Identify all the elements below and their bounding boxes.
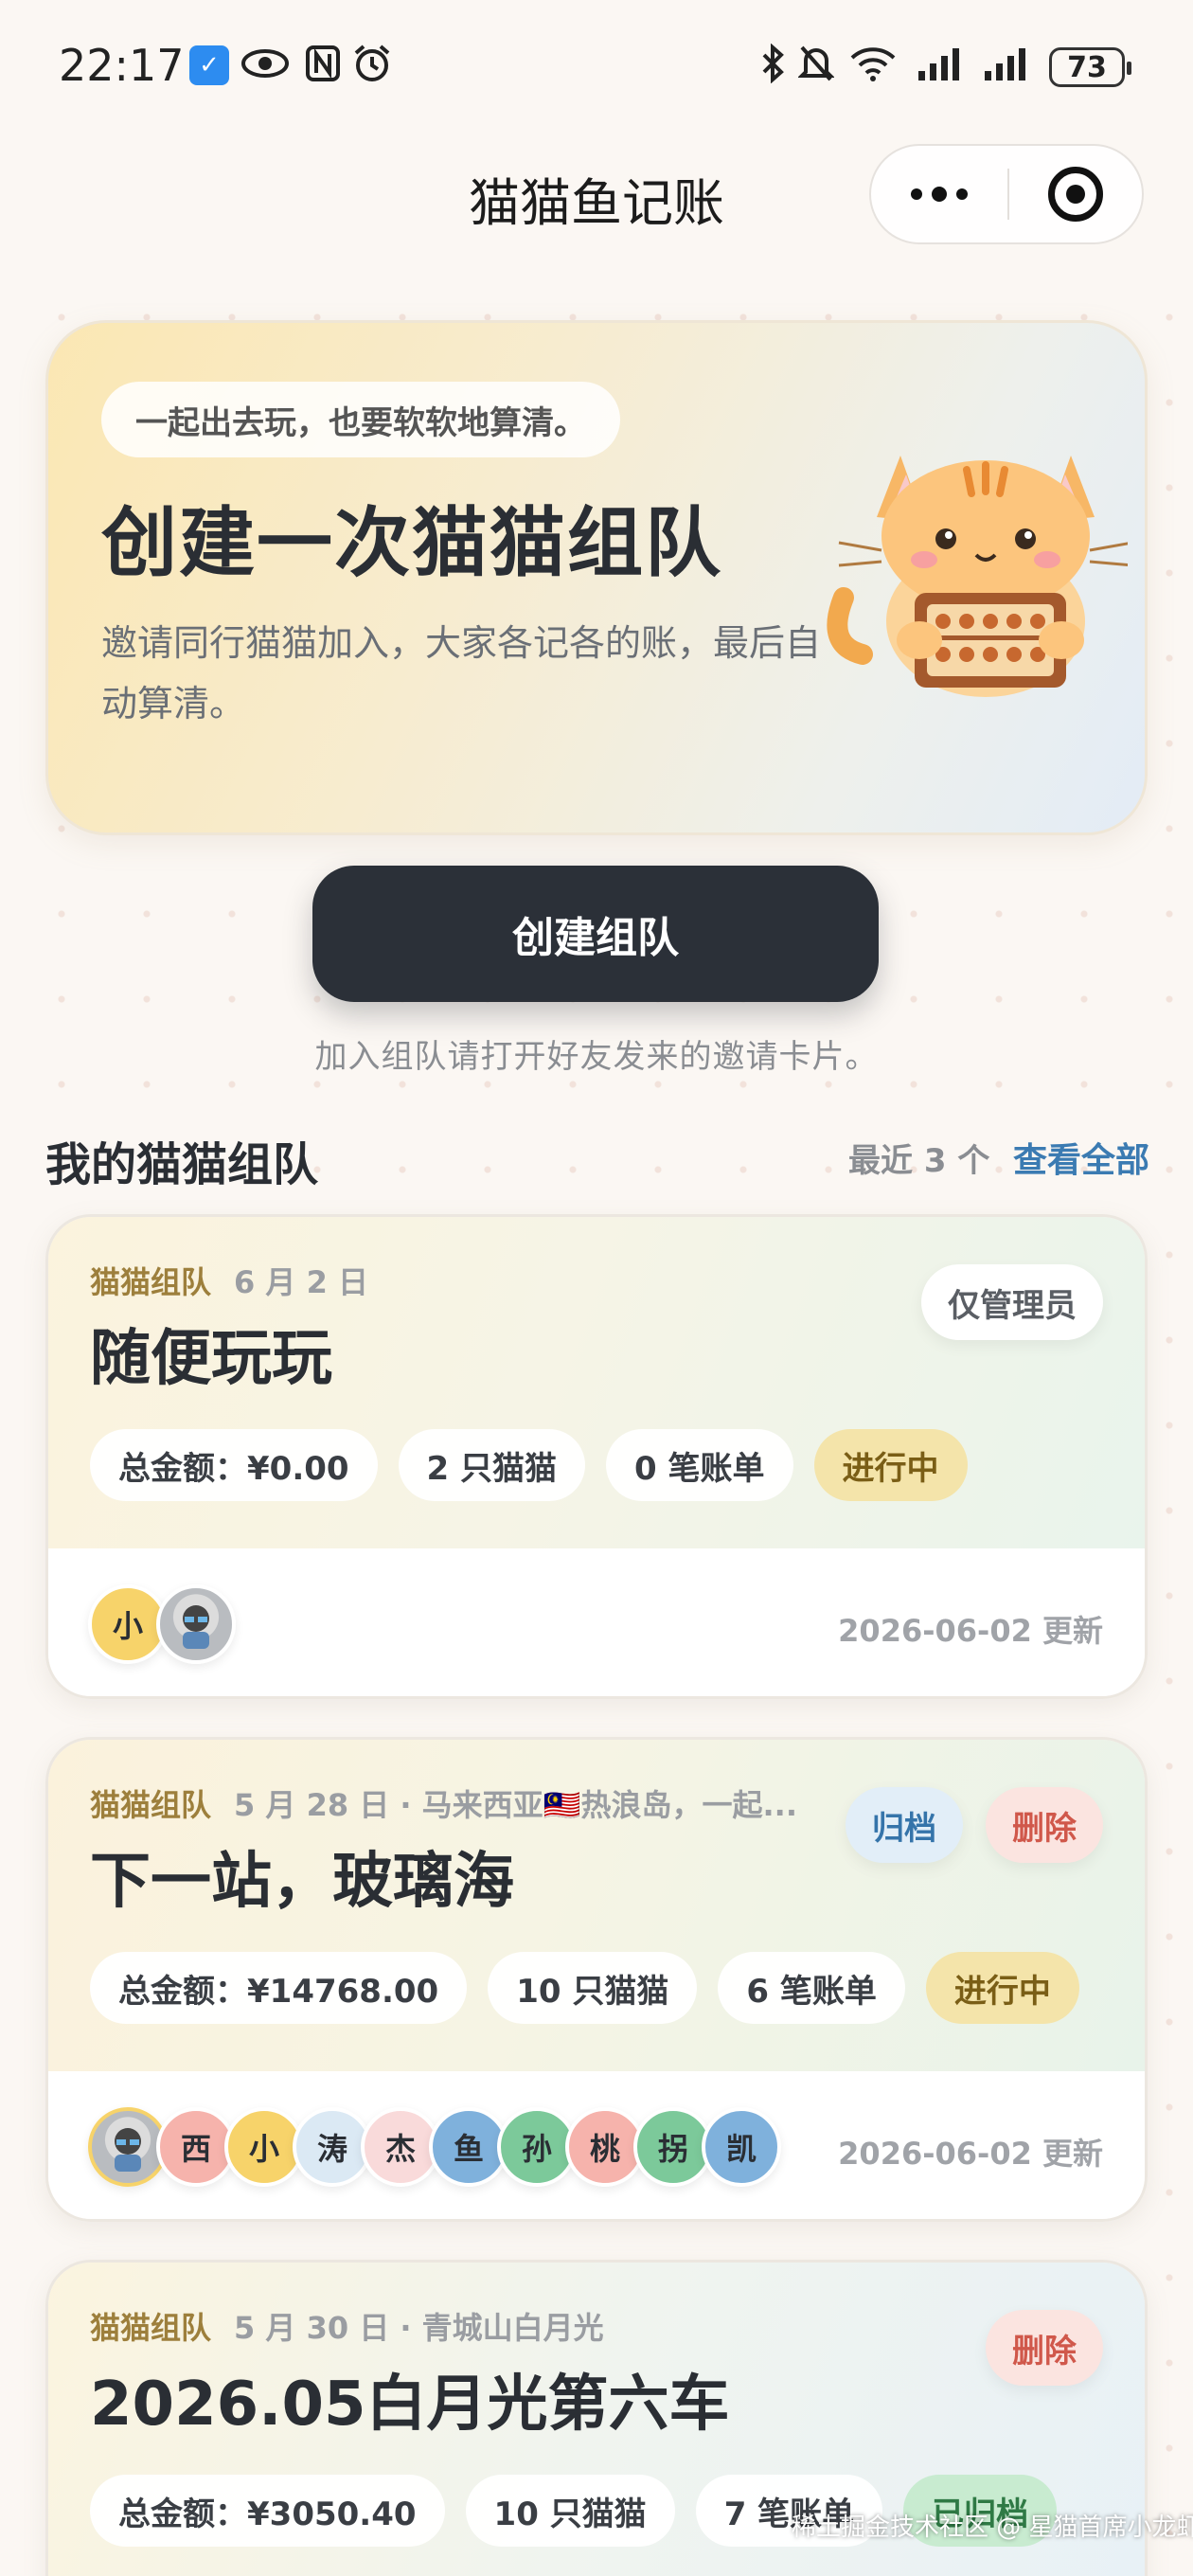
battery-icon: 73	[1049, 47, 1131, 87]
hero-description: 邀请同行猫猫加入，大家各记各的账，最后自动算清。	[101, 622, 822, 724]
signal-icon	[915, 42, 968, 85]
section-count: 最近 3 个	[848, 1142, 990, 1180]
section-title: 我的猫猫组队	[45, 1138, 319, 1191]
team-tag: 猫猫组队	[90, 2310, 212, 2346]
member-count-chip: 10 只猫猫	[465, 2475, 675, 2547]
join-tip: 加入组队请打开好友发来的邀请卡片。	[314, 1038, 879, 1076]
team-title: 随便玩玩	[90, 1324, 332, 1394]
member-avatars: 西 小 涛 杰 鱼 孙 桃 拐 凯	[88, 2107, 781, 2187]
member-count-chip: 2 只猫猫	[398, 1429, 586, 1501]
status-badge: 进行中	[925, 1952, 1079, 2024]
team-meta: 6 月 2 日	[234, 1264, 368, 1300]
delete-button[interactable]: 删除	[986, 2310, 1103, 2386]
alarm-icon	[350, 42, 394, 85]
watermark: 稀土掘金技术社区 @ 星猫首席小龙虾酱	[792, 2513, 1193, 2542]
team-card[interactable]: 猫猫组队 6 月 2 日 随便玩玩 仅管理员 总金额：¥0.00 2 只猫猫 0 …	[45, 1214, 1148, 1699]
delete-button[interactable]: 删除	[986, 1787, 1103, 1863]
nfc-icon	[301, 42, 345, 85]
updated-time: 2026-06-02 更新	[838, 2136, 1103, 2172]
create-team-button[interactable]: 创建组队	[312, 866, 879, 1002]
avatar	[156, 1584, 236, 1664]
team-tag: 猫猫组队	[90, 1787, 212, 1823]
cat-abacus-illustration	[827, 456, 1128, 697]
status-time: 22:17	[59, 40, 185, 91]
mini-program-capsule	[869, 144, 1144, 244]
mute-icon	[797, 42, 835, 85]
hero-title: 创建一次猫猫组队	[101, 499, 722, 587]
team-meta: 5 月 30 日 · 青城山白月光	[234, 2310, 604, 2346]
hero-card: 一起出去玩，也要软软地算清。 创建一次猫猫组队 邀请同行猫猫加入，大家各记各的账…	[45, 320, 1148, 835]
status-bar: 22:17 ✓ 73	[0, 0, 1193, 133]
admin-only-badge: 仅管理员	[921, 1264, 1103, 1340]
team-title: 下一站，玻璃海	[90, 1847, 514, 1917]
bill-count-chip: 6 笔账单	[718, 1952, 905, 2024]
close-button[interactable]	[1009, 167, 1142, 222]
updated-time: 2026-06-02 更新	[838, 1613, 1103, 1649]
app-badge-icon: ✓	[189, 45, 229, 85]
total-amount-chip: 总金额：¥3050.40	[90, 2475, 445, 2547]
team-meta: 5 月 28 日 · 马来西亚🇲🇾热浪岛，一起...	[234, 1787, 797, 1823]
wifi-icon	[846, 42, 899, 85]
hero-slogan: 一起出去玩，也要软软地算清。	[101, 382, 620, 457]
more-button[interactable]	[871, 146, 1007, 242]
team-card[interactable]: 猫猫组队 5 月 28 日 · 马来西亚🇲🇾热浪岛，一起... 下一站，玻璃海 归…	[45, 1737, 1148, 2222]
avatar: 凯	[702, 2107, 781, 2187]
member-count-chip: 10 只猫猫	[488, 1952, 698, 2024]
team-tag: 猫猫组队	[90, 1264, 212, 1300]
team-title: 2026.05白月光第六车	[90, 2370, 730, 2440]
close-target-icon	[1048, 167, 1103, 222]
eye-icon	[239, 42, 292, 85]
total-amount-chip: 总金额：¥0.00	[90, 1429, 378, 1501]
bluetooth-icon	[757, 42, 790, 85]
bill-count-chip: 0 笔账单	[606, 1429, 793, 1501]
view-all-link[interactable]: 查看全部	[1013, 1133, 1149, 1182]
total-amount-chip: 总金额：¥14768.00	[90, 1952, 468, 2024]
signal-icon	[981, 42, 1034, 85]
member-avatars: 小	[88, 1584, 236, 1664]
archive-button[interactable]: 归档	[846, 1787, 963, 1863]
status-badge: 进行中	[813, 1429, 968, 1501]
